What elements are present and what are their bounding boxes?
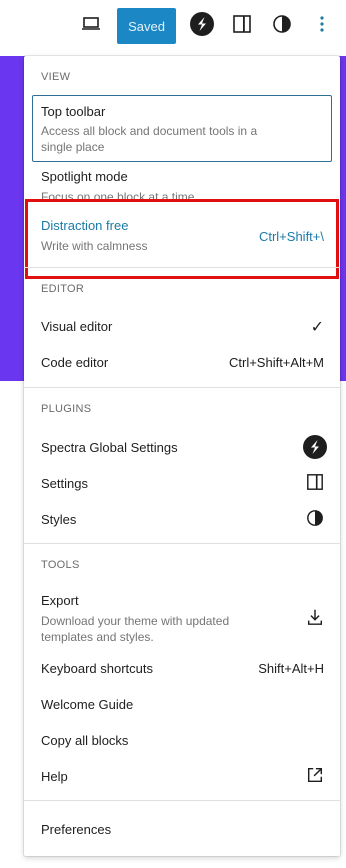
half-circle-contrast-icon (272, 14, 292, 39)
menu-item-spectra-global-settings[interactable]: Spectra Global Settings (41, 440, 178, 455)
options-menu-button[interactable] (311, 10, 333, 42)
divider (24, 543, 340, 544)
section-title-plugins: PLUGINS (41, 403, 92, 415)
spectra-logo-icon (189, 11, 215, 42)
divider (24, 387, 340, 388)
keyboard-shortcuts-shortcut: Shift+Alt+H (258, 661, 324, 676)
checkmark-icon: ✓ (310, 319, 324, 336)
menu-item-copy-all-blocks[interactable]: Copy all blocks (41, 733, 128, 748)
sidebar-panel-icon (232, 14, 252, 39)
preview-device-button[interactable] (78, 10, 104, 42)
download-icon (304, 606, 326, 628)
export-desc: Download your theme with updated templat… (41, 614, 230, 644)
section-title-view: VIEW (41, 71, 71, 83)
sidebar-panel-icon (304, 471, 326, 493)
menu-item-styles[interactable]: Styles (41, 512, 76, 527)
menu-item-spotlight-mode[interactable]: Spotlight mode (41, 169, 128, 184)
top-toolbar-desc: Access all block and document tools in a… (41, 124, 258, 154)
spectra-button[interactable] (189, 10, 215, 42)
options-dropdown-menu: VIEW Top toolbar Access all block and do… (24, 56, 340, 856)
laptop-icon (81, 16, 101, 37)
distraction-free-shortcut: Ctrl+Shift+\ (258, 229, 324, 244)
section-title-editor: EDITOR (41, 283, 85, 295)
saved-button[interactable]: Saved (117, 8, 176, 44)
section-title-tools: TOOLS (41, 559, 80, 571)
external-link-icon (304, 764, 326, 786)
menu-item-keyboard-shortcuts[interactable]: Keyboard shortcuts (41, 661, 153, 676)
code-editor-shortcut: Ctrl+Shift+Alt+M (228, 355, 324, 370)
menu-item-settings[interactable]: Settings (41, 476, 88, 491)
editor-topbar: Saved (0, 0, 346, 52)
menu-item-welcome-guide[interactable]: Welcome Guide (41, 697, 133, 712)
menu-item-help[interactable]: Help (41, 769, 68, 784)
menu-item-export[interactable]: Export (41, 593, 79, 608)
top-toolbar-label: Top toolbar (41, 104, 106, 119)
distraction-free-desc: Write with calmness (41, 239, 148, 253)
more-vertical-icon (319, 15, 325, 38)
menu-item-distraction-free[interactable]: Distraction free (41, 218, 128, 233)
settings-sidebar-button[interactable] (229, 10, 255, 42)
half-circle-contrast-icon (304, 507, 326, 529)
styles-button[interactable] (269, 10, 295, 42)
menu-item-code-editor[interactable]: Code editor (41, 355, 108, 370)
menu-item-visual-editor[interactable]: Visual editor (41, 319, 112, 334)
divider (24, 267, 340, 268)
divider (24, 800, 340, 801)
menu-item-preferences[interactable]: Preferences (41, 822, 111, 837)
spectra-logo-icon (302, 434, 328, 460)
